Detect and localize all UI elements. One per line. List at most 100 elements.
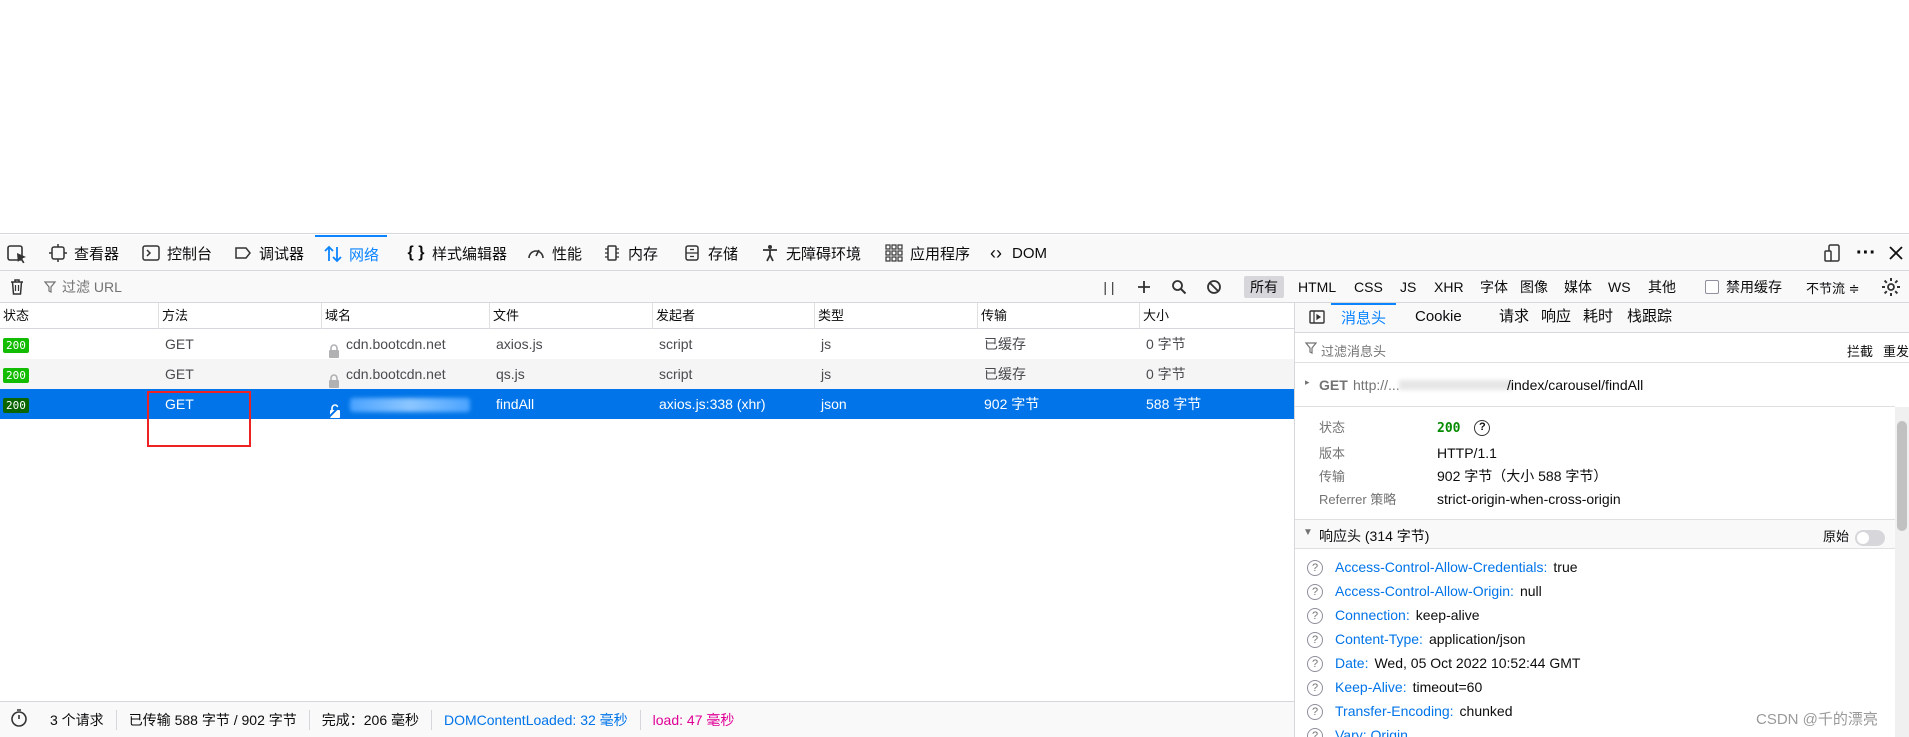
responsive-design-icon[interactable]	[1820, 235, 1846, 271]
filter-type-other[interactable]: 其他	[1642, 276, 1682, 298]
header-row[interactable]: ? Content-Type: application/json	[1307, 627, 1525, 651]
column-size[interactable]: 大小	[1140, 303, 1294, 329]
filter-type-css[interactable]: CSS	[1348, 276, 1389, 298]
block-button[interactable]: 拦截	[1847, 341, 1873, 360]
column-transferred[interactable]: 传输	[978, 303, 1140, 329]
tab-headers[interactable]: 消息头	[1331, 303, 1397, 333]
application-icon	[884, 243, 904, 263]
request-summary[interactable]: ▸ GET http://... /index/carousel/findAll	[1295, 363, 1895, 407]
help-icon[interactable]: ?	[1307, 560, 1323, 577]
initiator-cell: axios.js:338 (xhr)	[659, 396, 766, 412]
filter-type-js[interactable]: JS	[1394, 276, 1422, 298]
help-icon[interactable]: ?	[1307, 608, 1323, 625]
help-icon[interactable]: ?	[1307, 680, 1323, 697]
tab-memory[interactable]: 内存	[594, 235, 666, 271]
column-initiator[interactable]: 发起者	[653, 303, 815, 329]
help-icon[interactable]: ?	[1307, 632, 1323, 649]
help-icon[interactable]: ?	[1307, 704, 1323, 721]
file-cell: findAll	[496, 396, 535, 412]
pause-icon[interactable]: | |	[1096, 275, 1122, 299]
header-row[interactable]: ? Transfer-Encoding: chunked	[1307, 699, 1512, 723]
help-icon[interactable]: ?	[1307, 656, 1323, 673]
expand-arrow-icon[interactable]: ▸	[1305, 377, 1310, 388]
network-toolbar: 过滤 URL | | 所有 HTML CSS JS XHR 字体 图像 媒体 W…	[0, 271, 1909, 303]
header-row[interactable]: ? Access-Control-Allow-Credentials: true	[1307, 555, 1578, 579]
resend-button[interactable]: 重发	[1883, 341, 1909, 360]
tab-cookies[interactable]: Cookie	[1405, 303, 1472, 333]
tab-stack-trace[interactable]: 栈跟踪	[1617, 303, 1682, 333]
gear-icon[interactable]	[1878, 275, 1904, 299]
header-value: application/json	[1428, 631, 1526, 647]
header-row[interactable]: ? Date: Wed, 05 Oct 2022 10:52:44 GMT	[1307, 651, 1580, 675]
response-headers-section[interactable]: ▼ 响应头 (314 字节) 原始	[1295, 519, 1895, 549]
request-details-panel: 消息头 Cookie 请求 响应 耗时 栈跟踪 过滤消息头 拦截 重发 ▸ GE…	[1294, 303, 1909, 737]
referrer-label: Referrer 策略	[1319, 492, 1397, 507]
column-type[interactable]: 类型	[815, 303, 978, 329]
tab-storage[interactable]: 存储	[674, 235, 746, 271]
tab-accessibility[interactable]: 无障碍环境	[752, 235, 869, 271]
type-cell: js	[821, 366, 832, 382]
tab-label: 性能	[552, 245, 583, 263]
table-row[interactable]: 200 GET cdn.bootcdn.net qs.js script js …	[0, 359, 1294, 389]
filter-type-all[interactable]: 所有	[1244, 276, 1284, 298]
search-icon[interactable]	[1166, 275, 1192, 299]
column-status[interactable]: 状态	[0, 303, 159, 329]
tab-debugger[interactable]: 调试器	[225, 235, 312, 271]
domain-cell	[325, 389, 490, 419]
tab-console[interactable]: 控制台	[133, 235, 220, 271]
tab-network[interactable]: 网络	[315, 235, 388, 271]
header-row[interactable]: ? Connection: keep-alive	[1307, 603, 1480, 627]
tab-timings[interactable]: 耗时	[1573, 303, 1623, 333]
tab-inspector[interactable]: 查看器	[40, 235, 127, 271]
column-method[interactable]: 方法	[159, 303, 322, 329]
add-icon[interactable]	[1131, 275, 1157, 299]
finish-time: 完成：206 毫秒	[310, 709, 432, 730]
redacted-domain	[349, 398, 470, 413]
transfer-row: 传输 902 字节（大小 588 字节）	[1319, 466, 1607, 486]
table-row[interactable]: 200 GET cdn.bootcdn.net axios.js script …	[0, 329, 1294, 359]
request-method: GET	[1319, 377, 1348, 393]
filter-type-media[interactable]: 媒体	[1558, 276, 1598, 298]
raw-switch[interactable]	[1855, 529, 1886, 546]
header-row[interactable]: ? Access-Control-Allow-Origin: null	[1307, 579, 1542, 603]
dom-icon: ‹›	[990, 242, 1002, 263]
type-cell: json	[821, 396, 847, 412]
status-badge: 200	[3, 367, 29, 383]
raw-toggle[interactable]: 原始	[1823, 526, 1886, 546]
toggle-sidebar-icon[interactable]	[1299, 303, 1335, 333]
stopwatch-icon[interactable]	[0, 709, 38, 730]
filter-type-ws[interactable]: WS	[1602, 276, 1637, 298]
filter-type-image[interactable]: 图像	[1514, 276, 1554, 298]
collapse-arrow-icon[interactable]: ▼	[1303, 527, 1313, 538]
help-icon[interactable]: ?	[1474, 420, 1491, 437]
more-options-icon[interactable]: ···	[1852, 235, 1880, 271]
filter-type-xhr[interactable]: XHR	[1428, 276, 1470, 298]
column-domain[interactable]: 域名	[322, 303, 490, 329]
tab-application[interactable]: 应用程序	[876, 235, 978, 271]
tab-style-editor[interactable]: { } 样式编辑器	[398, 235, 515, 271]
transfer-label: 传输	[1319, 469, 1346, 484]
tab-performance[interactable]: 性能	[518, 235, 590, 271]
scrollbar-thumb[interactable]	[1897, 421, 1907, 531]
url-filter-input[interactable]: 过滤 URL	[44, 275, 444, 299]
throttle-select[interactable]: 不节流 ≑	[1800, 276, 1866, 298]
filter-type-html[interactable]: HTML	[1292, 276, 1342, 298]
column-file[interactable]: 文件	[490, 303, 653, 329]
header-row[interactable]: ? Vary: Origin	[1307, 723, 1414, 737]
close-icon[interactable]	[1884, 235, 1908, 271]
headers-filter-input[interactable]: 过滤消息头	[1321, 341, 1386, 360]
performance-icon	[526, 243, 546, 263]
trash-icon[interactable]	[4, 275, 30, 299]
table-row-selected[interactable]: 200 GET findAll axios.js:338 (xhr) json …	[0, 389, 1294, 419]
header-value: timeout=60	[1412, 679, 1483, 695]
element-picker-icon[interactable]	[4, 241, 30, 267]
storage-icon	[682, 243, 702, 263]
redacted-host	[1399, 380, 1513, 390]
help-icon[interactable]: ?	[1307, 728, 1323, 737]
block-icon[interactable]	[1201, 275, 1227, 299]
filter-type-font[interactable]: 字体	[1474, 276, 1514, 298]
tab-dom[interactable]: ‹› DOM	[978, 235, 1055, 271]
header-row[interactable]: ? Keep-Alive: timeout=60	[1307, 675, 1482, 699]
disable-cache-checkbox[interactable]	[1705, 280, 1719, 294]
help-icon[interactable]: ?	[1307, 584, 1323, 601]
